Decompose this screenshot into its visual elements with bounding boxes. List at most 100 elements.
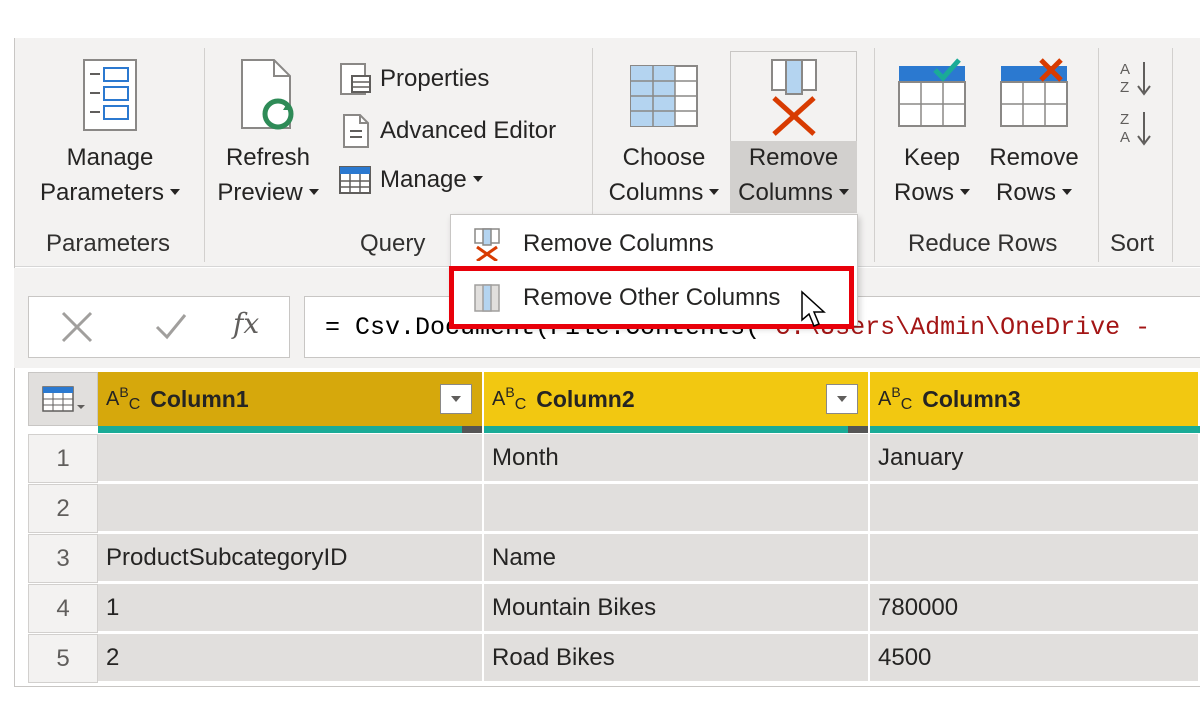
text-type-icon[interactable]: ABC xyxy=(492,384,526,414)
keep-rows-icon xyxy=(897,58,967,132)
chevron-down-icon xyxy=(838,189,849,196)
refresh-preview-label-2: Preview xyxy=(217,179,303,206)
table-icon xyxy=(339,166,371,194)
keep-rows-label-1: Keep xyxy=(903,144,961,171)
table-cell[interactable]: Name xyxy=(484,534,870,583)
sort-descending-icon: Z A xyxy=(1120,111,1151,146)
group-label-sort: Sort xyxy=(1110,230,1155,257)
grid-bottom-border xyxy=(14,686,1200,687)
table-cell[interactable]: Month xyxy=(484,434,870,483)
filter-dropdown-button[interactable] xyxy=(440,384,472,414)
properties-icon xyxy=(340,63,371,95)
refresh-preview-button[interactable]: Refresh Preview xyxy=(212,58,324,210)
highlight-annotation xyxy=(449,266,854,329)
advanced-editor-icon xyxy=(343,114,369,148)
column-name: Column1 xyxy=(150,385,249,412)
table-cell[interactable] xyxy=(98,484,484,533)
row-number[interactable]: 3 xyxy=(28,534,98,583)
formula-controls: fx xyxy=(28,296,290,358)
column-quality-error xyxy=(848,426,868,433)
remove-columns-label-2: Columns xyxy=(738,179,833,206)
menu-item-label: Remove Columns xyxy=(523,230,714,257)
table-cell[interactable]: Road Bikes xyxy=(484,634,870,683)
sort-ascending-icon: A Z xyxy=(1120,61,1151,96)
table-cell[interactable]: 4500 xyxy=(870,634,1200,683)
mouse-cursor-icon xyxy=(800,290,830,335)
table-cell[interactable] xyxy=(484,484,870,533)
manage-button[interactable]: Manage xyxy=(338,164,483,196)
group-separator xyxy=(204,48,205,262)
table-cell[interactable]: Mountain Bikes xyxy=(484,584,870,633)
column-header-2[interactable]: ABC Column2 xyxy=(484,372,870,426)
refresh-icon xyxy=(236,58,300,132)
text-type-icon[interactable]: ABC xyxy=(878,384,912,414)
remove-rows-button[interactable]: Remove Rows xyxy=(982,58,1086,210)
sort-ascending-button[interactable]: A Z xyxy=(1118,58,1154,98)
remove-columns-button[interactable]: Remove Columns xyxy=(730,58,857,210)
remove-columns-label-1: Remove xyxy=(748,144,839,171)
svg-text:Z: Z xyxy=(1120,111,1129,128)
column-quality-error xyxy=(462,426,482,433)
manage-parameters-label-2: Parameters xyxy=(39,179,165,206)
group-separator xyxy=(874,48,875,262)
column-header-3[interactable]: ABC Column3 xyxy=(870,372,1200,426)
row-number[interactable]: 5 xyxy=(28,634,98,683)
commit-icon[interactable] xyxy=(153,309,189,350)
remove-columns-icon xyxy=(764,58,824,136)
row-number[interactable]: 1 xyxy=(28,434,98,483)
column-header-1[interactable]: ABC Column1 xyxy=(98,372,484,426)
table-cell[interactable]: January xyxy=(870,434,1200,483)
manage-parameters-label-1: Manage xyxy=(66,144,154,171)
manage-parameters-button[interactable]: Manage Parameters xyxy=(34,58,186,210)
group-label-reduce-rows: Reduce Rows xyxy=(908,230,1058,257)
text-type-icon[interactable]: ABC xyxy=(106,384,140,414)
table-menu-button[interactable] xyxy=(28,372,98,426)
table-icon xyxy=(42,386,85,412)
choose-columns-label-1: Choose xyxy=(622,144,706,171)
table-cell[interactable] xyxy=(98,434,484,483)
row-number[interactable]: 4 xyxy=(28,584,98,633)
chevron-down-icon xyxy=(308,189,319,196)
svg-text:A: A xyxy=(1120,61,1130,78)
chevron-down-icon xyxy=(170,189,181,196)
parameters-icon xyxy=(80,58,140,132)
table-cell[interactable]: 780000 xyxy=(870,584,1200,633)
filter-dropdown-button[interactable] xyxy=(826,384,858,414)
sort-descending-button[interactable]: Z A xyxy=(1118,108,1154,148)
table-cell[interactable] xyxy=(870,484,1200,533)
group-separator xyxy=(1098,48,1099,262)
keep-rows-label-2: Rows xyxy=(893,179,954,206)
properties-label: Properties xyxy=(380,65,490,92)
properties-button[interactable]: Properties xyxy=(338,62,489,96)
table-row: 1 Month January xyxy=(28,434,1200,483)
remove-rows-label-1: Remove xyxy=(989,144,1079,171)
advanced-editor-label: Advanced Editor xyxy=(380,117,557,144)
group-separator xyxy=(1172,48,1173,262)
column-name: Column3 xyxy=(922,385,1021,412)
choose-columns-icon xyxy=(629,58,699,132)
table-row: 4 1 Mountain Bikes 780000 xyxy=(28,584,1200,633)
table-cell[interactable]: 2 xyxy=(98,634,484,683)
row-number[interactable]: 2 xyxy=(28,484,98,533)
chevron-down-icon xyxy=(472,175,483,182)
manage-label: Manage xyxy=(380,166,467,193)
advanced-editor-button[interactable]: Advanced Editor xyxy=(338,113,556,149)
refresh-preview-label-1: Refresh xyxy=(225,144,311,171)
keep-rows-button[interactable]: Keep Rows xyxy=(884,58,980,210)
fx-icon[interactable]: fx xyxy=(233,307,259,340)
menu-item-remove-columns[interactable]: Remove Columns xyxy=(451,217,857,271)
column-quality-bar xyxy=(870,426,1200,433)
column-name: Column2 xyxy=(536,385,635,412)
remove-columns-small-icon xyxy=(451,227,523,261)
choose-columns-button[interactable]: Choose Columns xyxy=(600,58,728,210)
cancel-icon[interactable] xyxy=(59,309,95,350)
table-row: 5 2 Road Bikes 4500 xyxy=(28,634,1200,683)
table-row: 3 ProductSubcategoryID Name xyxy=(28,534,1200,583)
table-row: 2 xyxy=(28,484,1200,533)
table-cell[interactable]: 1 xyxy=(98,584,484,633)
table-cell[interactable] xyxy=(870,534,1200,583)
remove-rows-label-2: Rows xyxy=(995,179,1056,206)
data-grid: ABC Column1 ABC Column2 ABC Column3 1 Mo… xyxy=(28,372,1200,688)
table-cell[interactable]: ProductSubcategoryID xyxy=(98,534,484,583)
remove-rows-icon xyxy=(999,58,1069,132)
